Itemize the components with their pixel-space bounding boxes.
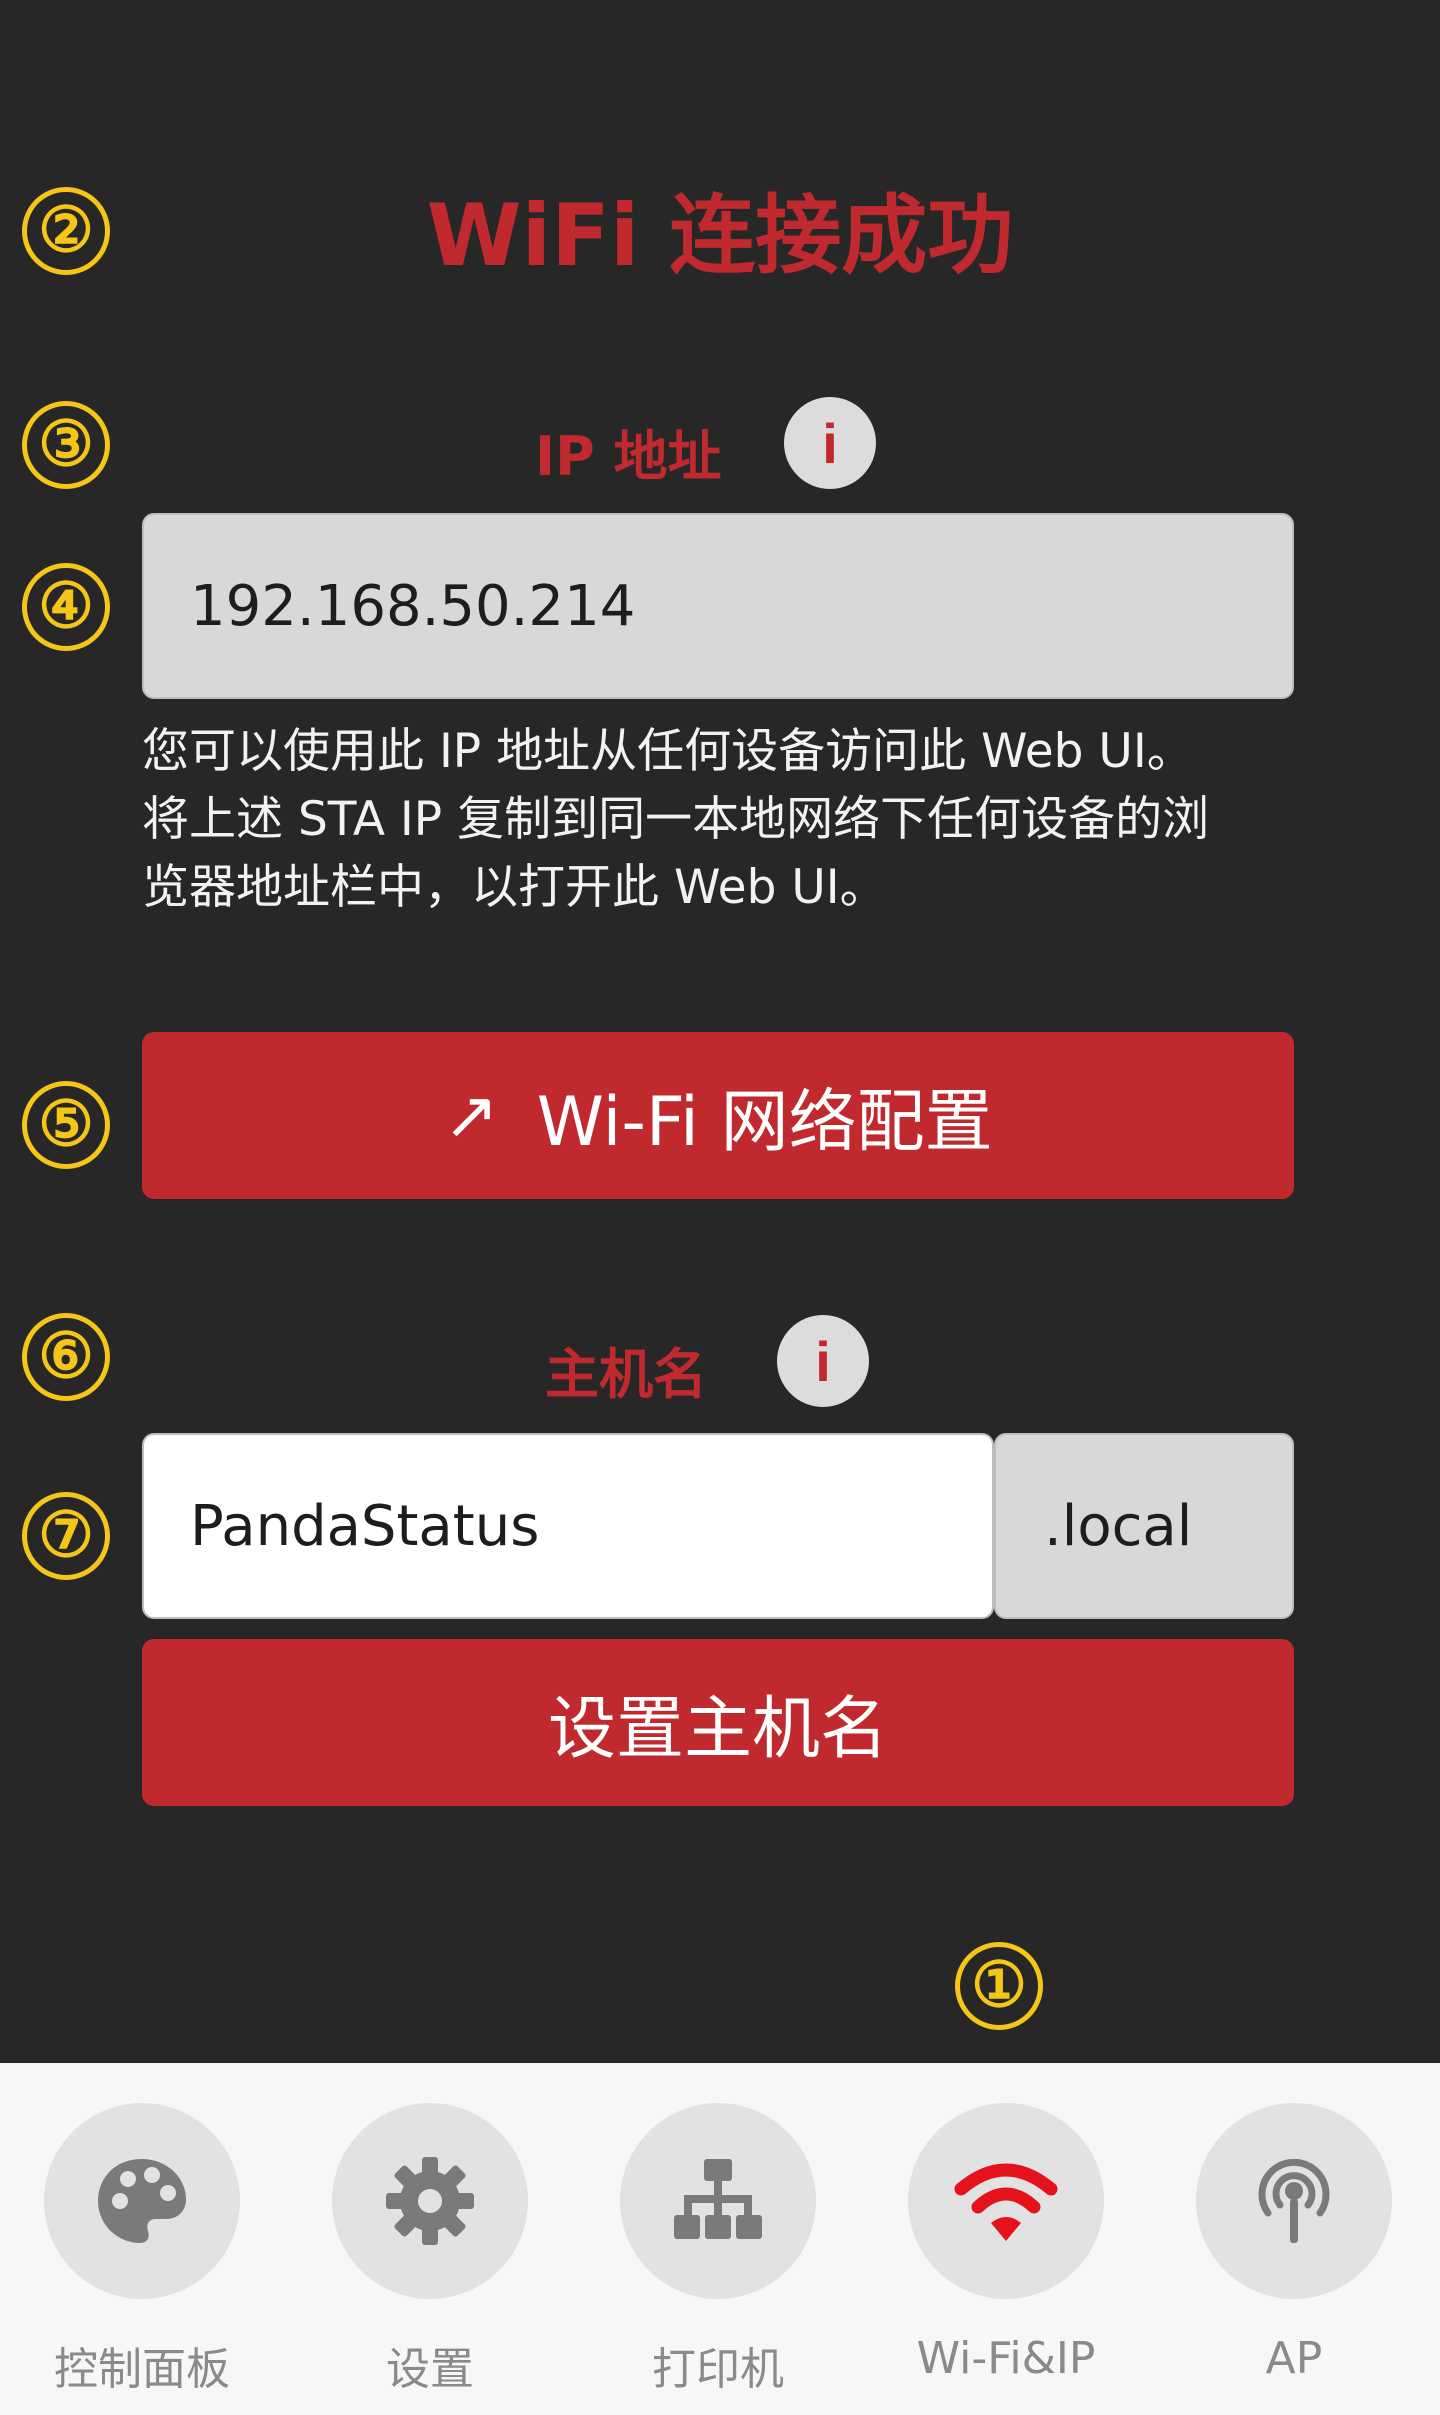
nav-label: 设置 <box>386 2344 474 2395</box>
info-icon: i <box>822 411 838 475</box>
nav-label: Wi-Fi&IP <box>916 2333 1096 2384</box>
hostname-input[interactable]: PandaStatus <box>142 1433 994 1619</box>
nav-item-control-panel[interactable]: 控制面板 <box>32 2103 252 2397</box>
set-hostname-label: 设置主机名 <box>547 1690 888 1769</box>
palette-icon <box>98 2159 186 2243</box>
set-hostname-button[interactable]: 设置主机名 <box>142 1639 1294 1806</box>
info-icon: i <box>815 1329 831 1393</box>
ip-address-value: 192.168.50.214 <box>190 573 636 639</box>
ip-hint-text: 您可以使用此 IP 地址从任何设备访问此 Web UI。 将上述 STA IP … <box>142 718 1302 922</box>
wifi-icon <box>954 2163 1058 2241</box>
nav-item-wifi-ip[interactable]: Wi-Fi&IP <box>896 2103 1116 2384</box>
annotation-marker-4: ④ <box>22 563 110 651</box>
hostname-info-button[interactable]: i <box>777 1315 869 1407</box>
ip-hint-line: 览器地址栏中，以打开此 Web UI。 <box>142 860 887 915</box>
nav-icon-circle <box>620 2103 816 2299</box>
nav-item-printer[interactable]: 打印机 <box>608 2103 828 2397</box>
broadcast-tower-icon <box>1258 2158 1330 2243</box>
nav-icon-circle <box>332 2103 528 2299</box>
network-tree-icon <box>674 2159 762 2239</box>
nav-label: AP <box>1265 2333 1323 2384</box>
external-arrow-icon: ↗ <box>443 1077 499 1154</box>
ip-info-button[interactable]: i <box>784 397 876 489</box>
hostname-label: 主机名 <box>545 1343 707 1406</box>
ip-hint-line: 将上述 STA IP 复制到同一本地网络下任何设备的浏 <box>142 792 1210 847</box>
nav-icon-circle <box>908 2103 1104 2299</box>
ip-hint-line: 您可以使用此 IP 地址从任何设备访问此 Web UI。 <box>142 724 1194 779</box>
hostname-suffix-text: .local <box>1044 1493 1193 1559</box>
page-title: WiFi 连接成功 <box>426 186 1014 286</box>
ip-address-field[interactable]: 192.168.50.214 <box>142 513 1294 699</box>
wifi-config-label: Wi-Fi 网络配置 <box>536 1083 993 1162</box>
nav-label: 打印机 <box>652 2344 784 2395</box>
nav-item-ap[interactable]: AP <box>1184 2103 1404 2384</box>
annotation-marker-3: ③ <box>22 401 110 489</box>
ip-address-label: IP 地址 <box>535 425 722 488</box>
annotation-marker-1: ① <box>955 1942 1043 2030</box>
bottom-nav: 控制面板 设置 打印机 Wi-Fi&IP AP <box>0 2063 1440 2415</box>
nav-label: 控制面板 <box>54 2344 230 2395</box>
wifi-config-button[interactable]: ↗ Wi-Fi 网络配置 <box>142 1032 1294 1199</box>
nav-icon-circle <box>44 2103 240 2299</box>
hostname-value: PandaStatus <box>190 1493 540 1559</box>
annotation-marker-7: ⑦ <box>22 1492 110 1580</box>
gear-icon <box>386 2157 474 2245</box>
nav-icon-circle <box>1196 2103 1392 2299</box>
annotation-marker-5: ⑤ <box>22 1081 110 1169</box>
nav-item-settings[interactable]: 设置 <box>320 2103 540 2397</box>
hostname-suffix: .local <box>994 1433 1294 1619</box>
annotation-marker-6: ⑥ <box>22 1313 110 1401</box>
